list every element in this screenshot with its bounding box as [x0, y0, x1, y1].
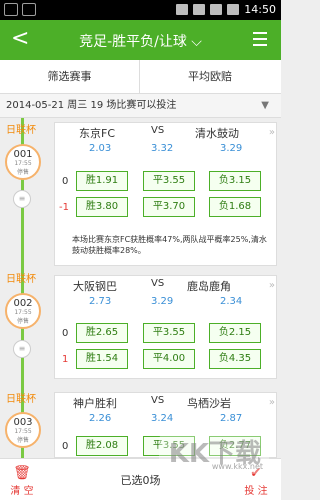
match-status: 停售: [16, 169, 29, 176]
expand-arrow-icon[interactable]: »: [269, 127, 275, 138]
home-team: 东京FC: [79, 127, 116, 140]
vs-label: VS: [151, 278, 165, 289]
league-label: 日联杯: [6, 274, 36, 285]
odds-win: 2.73: [89, 296, 112, 307]
bet-win[interactable]: 胜3.80: [76, 197, 128, 217]
league-label: 日联杯: [6, 394, 36, 405]
menu-icon[interactable]: [253, 32, 267, 46]
match-number-badge: 001 17:55 停售: [5, 144, 41, 180]
odds-loss: 3.29: [220, 143, 243, 154]
away-team: 清水鼓动: [195, 127, 239, 140]
bet-draw[interactable]: 平3.70: [143, 197, 195, 217]
wechat-notification-icon: [22, 3, 36, 16]
bet-win[interactable]: 胜1.54: [76, 349, 128, 369]
bet-draw[interactable]: 平4.00: [143, 349, 195, 369]
handicap-value: 0: [62, 441, 69, 452]
status-bar: 14:50: [0, 0, 281, 20]
bet-draw[interactable]: 平3.55: [143, 323, 195, 343]
handicap-value: 0: [62, 176, 69, 187]
chevron-down-icon[interactable]: ▼: [261, 94, 269, 118]
match-status: 停售: [16, 437, 29, 444]
signal-icon: [210, 4, 223, 15]
handicap-value: -1: [59, 202, 69, 213]
watermark-url: www.kkx.net: [211, 462, 263, 471]
bet-draw[interactable]: 平3.55: [143, 171, 195, 191]
match-time: 17:55: [14, 160, 32, 167]
bet-win[interactable]: 胜2.08: [76, 436, 128, 456]
match-number-badge: 002 17:55 停售: [5, 293, 41, 329]
submit-label: 投 注: [244, 486, 268, 497]
battery-icon: [227, 4, 240, 15]
app-header: < 竞足-胜平负/让球 ⌵: [0, 20, 281, 60]
handicap-value: 0: [62, 328, 69, 339]
vs-label: VS: [151, 125, 165, 136]
teams-row: 东京FC VS 清水鼓动 »: [55, 123, 278, 141]
expand-arrow-icon[interactable]: »: [269, 397, 275, 408]
match-number-badge: 003 17:55 停售: [5, 412, 41, 448]
teams-row: 大阪钢巴 VS 鹿岛鹿角 »: [55, 276, 278, 294]
match-number: 003: [13, 417, 33, 428]
tab-filter-matches[interactable]: 筛选赛事: [0, 60, 140, 94]
odds-draw: 3.24: [151, 413, 174, 424]
odds-win: 2.03: [89, 143, 112, 154]
odds-draw: 3.29: [151, 296, 174, 307]
away-team: 鸟栖沙岩: [187, 397, 231, 410]
bet-win[interactable]: 胜1.91: [76, 171, 128, 191]
league-label: 日联杯: [6, 125, 36, 136]
odds-draw: 3.32: [151, 143, 174, 154]
wifi-icon: [193, 4, 206, 15]
odds-loss: 2.34: [220, 296, 243, 307]
home-team: 神户胜利: [73, 397, 117, 410]
note-icon[interactable]: ≡: [13, 190, 31, 208]
bet-loss[interactable]: 负3.15: [209, 171, 261, 191]
bet-win[interactable]: 胜2.65: [76, 323, 128, 343]
selected-count: 已选0场: [120, 474, 161, 487]
match-time: 17:55: [14, 309, 32, 316]
note-icon[interactable]: ≡: [13, 340, 31, 358]
bet-loss[interactable]: 负2.15: [209, 323, 261, 343]
match-analysis-text: 本场比赛东京FC获胜概率47%,两队战平概率25%,清水鼓动获胜概率28%。: [72, 235, 267, 255]
odds-loss: 2.87: [220, 413, 243, 424]
teams-row: 神户胜利 VS 鸟栖沙岩 »: [55, 393, 278, 411]
date-text: 2014-05-21 周三 19 场比赛可以投注: [6, 100, 177, 111]
tab-average-odds[interactable]: 平均欧赔: [140, 60, 280, 94]
match-time: 17:55: [14, 428, 32, 435]
bet-loss[interactable]: 负4.35: [209, 349, 261, 369]
date-bar[interactable]: 2014-05-21 周三 19 场比赛可以投注 ▼: [0, 94, 281, 118]
home-team: 大阪钢巴: [73, 280, 117, 293]
filter-tabs: 筛选赛事 平均欧赔: [0, 60, 281, 94]
alarm-icon: [176, 4, 189, 15]
match-number: 002: [13, 298, 33, 309]
vs-label: VS: [151, 395, 165, 406]
match-number: 001: [13, 149, 33, 160]
match-status: 停售: [16, 318, 29, 325]
page-title-dropdown[interactable]: 竞足-胜平负/让球 ⌵: [0, 31, 281, 51]
away-team: 鹿岛鹿角: [187, 280, 231, 293]
bet-loss[interactable]: 负1.68: [209, 197, 261, 217]
expand-arrow-icon[interactable]: »: [269, 280, 275, 291]
odds-win: 2.26: [89, 413, 112, 424]
status-time: 14:50: [244, 3, 276, 16]
app-notification-icon: [4, 3, 18, 16]
handicap-value: 1: [62, 354, 69, 365]
watermark: KK下载 www.kkx.net: [159, 432, 269, 474]
